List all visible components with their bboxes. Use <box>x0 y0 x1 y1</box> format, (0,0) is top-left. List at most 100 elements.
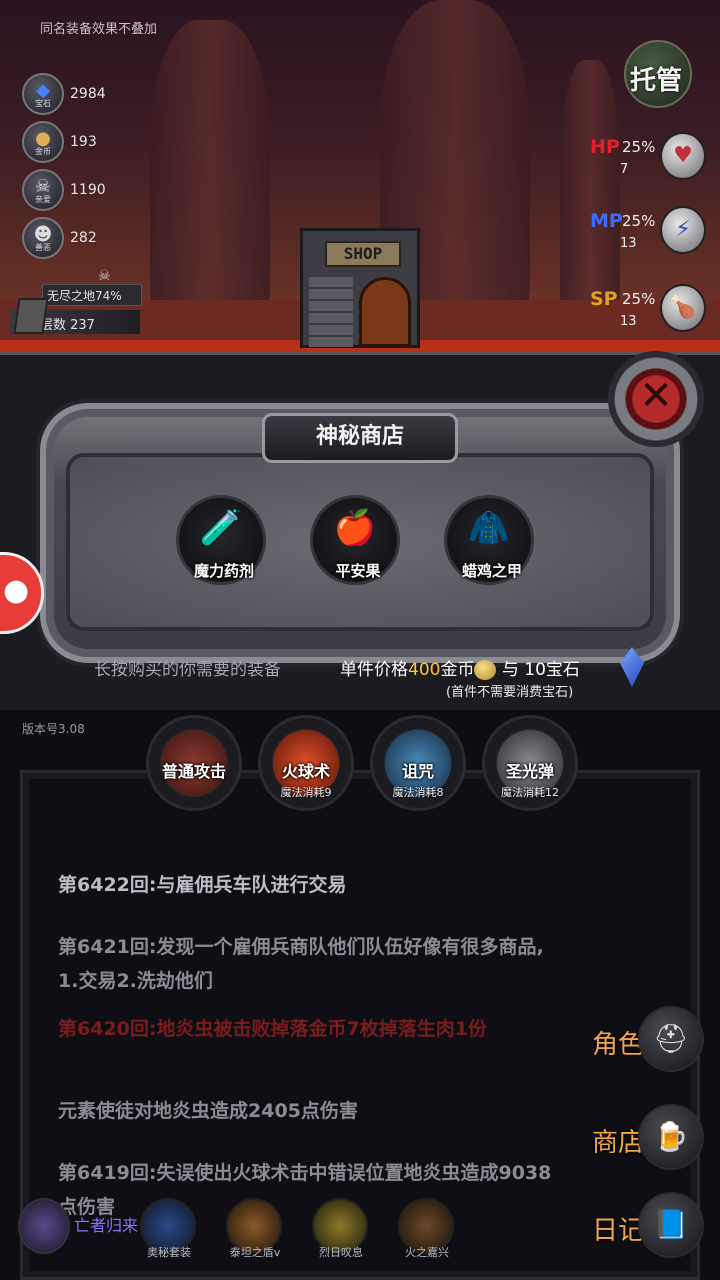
skull-icon: ☠ 亲爱 <box>22 169 64 211</box>
mana-potion-icon: ⚡ <box>660 206 706 254</box>
food-plate-icon: 🍗 <box>660 284 706 332</box>
shop-item-label: 平安果 <box>335 562 381 580</box>
mp-indicator: MP 25% 13 ⚡ <box>590 206 710 262</box>
shop-title: 神秘商店 <box>262 413 458 463</box>
sp-percent: 25% <box>622 290 656 308</box>
helmet-icon: ⛑ <box>638 1006 704 1072</box>
log-area: 版本号3.08 普通攻击 火球术 魔法消耗9 诅咒 魔法消耗8 圣光弹 魔法消耗… <box>0 710 720 1280</box>
stat-affinity: ☠ 亲爱 1190 <box>22 168 106 212</box>
stat-sub-label: 善恶 <box>35 242 51 252</box>
close-button[interactable]: ✕ <box>608 351 704 447</box>
sp-value: 13 <box>620 314 637 329</box>
cave-pillar <box>150 20 270 320</box>
shop-item-apple[interactable]: 🍎 平安果 <box>310 495 400 585</box>
mask-icon: ☻ 善恶 <box>22 217 64 259</box>
shop-item-label: 魔力药剂 <box>193 562 254 580</box>
shop-footer: 长按购买的你需要的装备 单件价格400金币 与 10宝石 (首件不需要消费宝石) <box>30 647 690 705</box>
undead-avatar-icon <box>18 1198 70 1254</box>
hp-label: HP <box>590 136 620 158</box>
price-and: 与 <box>501 660 519 680</box>
price-gem: 10 <box>524 660 546 680</box>
auto-play-button[interactable]: 托管 <box>624 40 692 108</box>
price-prefix: 单件价格 <box>340 660 408 680</box>
stat-gems: ◆ 宝石 2984 <box>22 72 106 116</box>
heart-potion-icon: ♥ <box>660 132 706 180</box>
version-label: 版本号3.08 <box>22 722 85 736</box>
user-icon: ● <box>3 573 30 608</box>
shop-door <box>359 277 411 347</box>
close-icon: ✕ <box>639 373 673 419</box>
character-menu-button[interactable]: 角色 ⛑ <box>592 1006 712 1076</box>
top-hint: 同名装备效果不叠加 <box>40 22 158 37</box>
shop-hint: 长按购买的你需要的装备 <box>94 660 281 680</box>
price-gem-unit: 宝石 <box>545 660 580 680</box>
menu-label: 商店 <box>592 1128 645 1158</box>
stat-morality: ☻ 善恶 282 <box>22 216 97 260</box>
buff-label: 火之嘉兴 <box>405 1246 449 1259</box>
skill-normal-attack[interactable]: 普通攻击 <box>146 715 242 811</box>
menu-label: 日记 <box>592 1216 645 1246</box>
buff-label: 烈日叹息 <box>319 1246 363 1259</box>
skill-cost: 魔法消耗9 <box>280 786 332 799</box>
shop-item-armor[interactable]: 🧥 蜡鸡之甲 <box>444 495 534 585</box>
buff-item[interactable]: 泰坦之盾v <box>220 1198 290 1268</box>
stat-sub-label: 亲爱 <box>35 194 51 204</box>
sp-indicator: SP 25% 13 🍗 <box>590 284 710 340</box>
log-line: 元素使徒对地炎虫造成2405点伤害 <box>58 1100 358 1122</box>
log-line: 第6422回:与雇佣兵车队进行交易 <box>58 874 347 896</box>
shop-sign-label: SHOP <box>325 241 401 267</box>
price-gold: 400 <box>408 660 441 680</box>
skill-holy-bolt[interactable]: 圣光弹 魔法消耗12 <box>482 715 578 811</box>
zone-progress: 无尽之地74% <box>42 284 142 306</box>
mystery-shop-panel: 神秘商店 🧪 魔力药剂 🍎 平安果 🧥 蜡鸡之甲 ✕ 长按购买的你需要的装备 单… <box>0 351 720 710</box>
shop-item-label: 蜡鸡之甲 <box>461 562 522 580</box>
hp-percent: 25% <box>622 138 656 156</box>
mp-label: MP <box>590 210 623 232</box>
sp-label: SP <box>590 288 618 310</box>
mana-potion-icon: 🧪 <box>199 508 243 548</box>
revive-label: 亡者归来 <box>74 1216 139 1235</box>
stat-value: 2984 <box>70 86 106 102</box>
small-skull-icon: ☠ <box>98 268 111 284</box>
stat-value: 282 <box>70 230 97 246</box>
book-icon: 📘 <box>638 1192 704 1258</box>
gem-icon: ◆ 宝石 <box>22 73 64 115</box>
battle-scene: 同名装备效果不叠加 ◆ 宝石 2984 ● 金币 193 ☠ 亲爱 1190 ☻ 善恶 … <box>0 0 720 352</box>
price-note: (首件不需要消费宝石) <box>446 685 574 700</box>
log-line: 第6421回:发现一个雇佣兵商队他们队伍好像有很多商品, <box>58 936 544 958</box>
hp-value: 7 <box>620 162 629 177</box>
skill-name: 火球术 <box>281 762 330 781</box>
log-line: 第6420回:地炎虫被击败掉落金币7枚掉落生肉1份 <box>58 1018 487 1040</box>
red-cloak-icon: 🧥 <box>467 508 511 548</box>
skill-fireball[interactable]: 火球术 魔法消耗9 <box>258 715 354 811</box>
gold-coin-icon <box>474 660 497 680</box>
menu-label: 角色 <box>592 1030 645 1060</box>
diary-menu-button[interactable]: 日记 📘 <box>592 1192 712 1262</box>
stat-value: 193 <box>70 134 97 150</box>
shop-menu-button[interactable]: 商店 🍺 <box>592 1104 712 1174</box>
buff-item[interactable]: 烈日叹息 <box>306 1198 376 1268</box>
cave-pillar <box>560 60 620 320</box>
shop-item-mana-potion[interactable]: 🧪 魔力药剂 <box>176 495 266 585</box>
stat-sub-label: 金币 <box>35 146 51 156</box>
mp-value: 13 <box>620 236 637 251</box>
stat-gold: ● 金币 193 <box>22 120 97 164</box>
buff-label: 泰坦之盾v <box>229 1246 281 1259</box>
log-line: 第6419回:失误使出火球术击中错误位置地炎虫造成9038 <box>58 1162 552 1184</box>
buff-item[interactable]: 火之嘉兴 <box>392 1198 462 1268</box>
stone-wall <box>309 277 353 347</box>
book-stack-icon <box>13 298 49 334</box>
skill-curse[interactable]: 诅咒 魔法消耗8 <box>370 715 466 811</box>
auto-play-label: 托管 <box>630 66 683 96</box>
buff-item[interactable]: 奥秘套装 <box>134 1198 204 1268</box>
gem-icon <box>620 647 644 687</box>
skill-cost: 魔法消耗8 <box>392 786 444 799</box>
shop-building[interactable]: SHOP <box>300 228 420 348</box>
buff-label: 奥秘套装 <box>147 1246 191 1259</box>
beer-mug-icon: 🍺 <box>638 1104 704 1170</box>
hp-indicator: HP 25% 7 ♥ <box>590 132 710 188</box>
gold-icon: ● 金币 <box>22 121 64 163</box>
stat-sub-label: 宝石 <box>35 98 51 108</box>
skill-name: 圣光弹 <box>505 762 554 781</box>
shop-price: 单件价格400金币 与 10宝石 <box>340 655 580 680</box>
